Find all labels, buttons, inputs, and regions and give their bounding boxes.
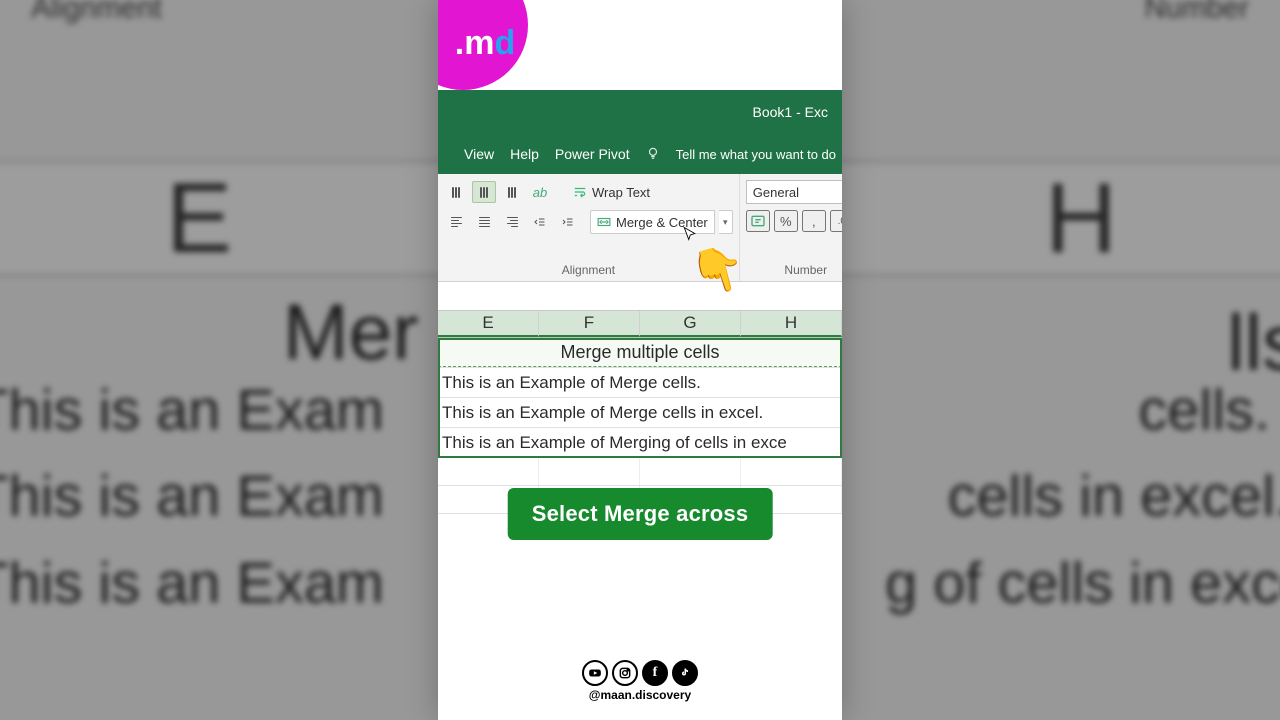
menu-view[interactable]: View: [464, 146, 494, 162]
ribbon: ab Wrap Text M: [438, 174, 842, 282]
merged-cell-title[interactable]: Merge multiple cells: [438, 338, 842, 367]
halign-center-button[interactable]: [472, 211, 496, 233]
wrap-text-button[interactable]: Wrap Text: [566, 180, 657, 204]
halign-right-button[interactable]: [500, 211, 524, 233]
row-2: This is an Example of Merge cells.: [438, 368, 842, 398]
column-headers: E F G H: [438, 310, 842, 338]
comma-style-button[interactable]: ,: [802, 210, 826, 232]
number-group-label: Number: [746, 257, 842, 281]
menu-powerpivot[interactable]: Power Pivot: [555, 146, 630, 162]
menu-bar: View Help Power Pivot Tell me what you w…: [438, 134, 842, 174]
foreground-panel: .md Book1 - Exc View Help Power Pivot Te…: [438, 0, 842, 720]
orientation-button[interactable]: ab: [528, 181, 552, 203]
valign-top-button[interactable]: [444, 181, 468, 203]
tell-me-search[interactable]: Tell me what you want to do: [676, 147, 836, 162]
number-format-value: General: [753, 185, 799, 200]
spreadsheet-area: E F G H Merge multiple cells This is an …: [438, 310, 842, 514]
window-title: Book1 - Exc: [753, 104, 828, 120]
facebook-icon[interactable]: f: [642, 660, 668, 686]
row-4: This is an Example of Merging of cells i…: [438, 428, 842, 458]
youtube-icon[interactable]: [582, 660, 608, 686]
cell-r4[interactable]: This is an Example of Merging of cells i…: [438, 428, 842, 457]
menu-help[interactable]: Help: [510, 146, 539, 162]
increase-decimal-button[interactable]: .0: [830, 210, 842, 232]
brand-logo: .md: [438, 0, 528, 90]
row-1: Merge multiple cells: [438, 338, 842, 368]
merge-center-dropdown[interactable]: ▾: [719, 210, 733, 234]
number-format-select[interactable]: General: [746, 180, 842, 204]
decrease-indent-button[interactable]: [528, 211, 552, 233]
wrap-text-label: Wrap Text: [592, 185, 650, 200]
row-3: This is an Example of Merge cells in exc…: [438, 398, 842, 428]
cell-r2[interactable]: This is an Example of Merge cells.: [438, 368, 842, 397]
title-bar: Book1 - Exc: [438, 90, 842, 134]
social-handle: @maan.discovery: [589, 688, 691, 702]
social-footer: f @maan.discovery: [438, 660, 842, 702]
col-header-f[interactable]: F: [539, 311, 640, 337]
accounting-format-button[interactable]: [746, 210, 770, 232]
col-header-h[interactable]: H: [741, 311, 842, 337]
percent-button[interactable]: %: [774, 210, 798, 232]
valign-bottom-button[interactable]: [500, 181, 524, 203]
cell-r3[interactable]: This is an Example of Merge cells in exc…: [438, 398, 842, 427]
col-header-g[interactable]: G: [640, 311, 741, 337]
tiktok-icon[interactable]: [672, 660, 698, 686]
lightbulb-icon: [646, 146, 660, 163]
valign-middle-button[interactable]: [472, 181, 496, 203]
increase-indent-button[interactable]: [556, 211, 580, 233]
instruction-callout: Select Merge across: [508, 488, 773, 540]
halign-left-button[interactable]: [444, 211, 468, 233]
instagram-icon[interactable]: [612, 660, 638, 686]
col-header-e[interactable]: E: [438, 311, 539, 337]
